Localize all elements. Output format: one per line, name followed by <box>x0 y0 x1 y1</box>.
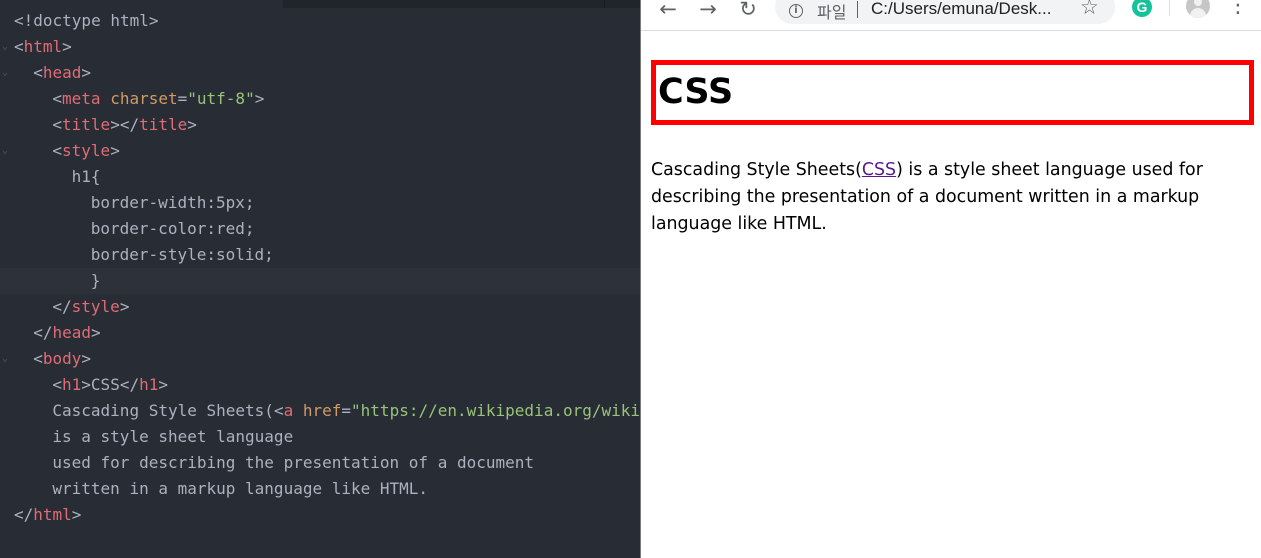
editor-active-tab[interactable] <box>0 0 283 8</box>
attr-token: href <box>302 401 342 420</box>
code-line[interactable]: ⌄ <html> <box>0 34 640 60</box>
grammarly-extension-icon[interactable]: G <box>1132 0 1152 17</box>
tag-token: html <box>23 37 63 56</box>
scheme-label: 파일 <box>817 3 847 22</box>
tag-token: title <box>62 115 111 134</box>
code-editor-pane[interactable]: <!doctype html> ⌄ <html> ⌄ <head> <meta … <box>0 0 640 558</box>
code-line[interactable]: border-style:solid; <box>0 242 640 268</box>
tag-token: head <box>42 63 82 82</box>
info-icon[interactable]: i <box>789 4 803 18</box>
code-line[interactable]: ⌄ <head> <box>0 60 640 86</box>
tab-divider <box>604 0 605 8</box>
css-declaration: border-style:solid; <box>90 245 274 264</box>
tag-token: title <box>139 115 188 134</box>
browser-window: ← → ↻ i 파일 C:/Users/emuna/Desk... ☆ G ⋮ … <box>640 0 1261 558</box>
code-line-current[interactable]: } <box>0 268 640 294</box>
profile-avatar-icon[interactable] <box>1186 0 1210 18</box>
css-close-brace: } <box>90 271 101 290</box>
string-token: "https://en.wikipedia.org/wiki <box>351 401 640 420</box>
code-line[interactable]: <!doctype html> <box>0 8 640 34</box>
tag-token: h1 <box>62 375 82 394</box>
text-token: is a style sheet language <box>52 427 294 446</box>
code-line[interactable]: </head> <box>0 320 640 346</box>
reload-icon[interactable]: ↻ <box>735 0 761 24</box>
code-line[interactable]: ⌄ <body> <box>0 346 640 372</box>
page-heading: CSS <box>651 60 1254 125</box>
page-paragraph: Cascading Style Sheets(CSS) is a style s… <box>651 157 1253 238</box>
tag-token: head <box>52 323 91 342</box>
menu-kebab-icon[interactable]: ⋮ <box>1227 0 1249 20</box>
tag-token: style <box>62 141 111 160</box>
page-content: CSS Cascading Style Sheets(CSS) is a sty… <box>651 60 1254 238</box>
attr-token: charset <box>110 89 178 108</box>
text-token: Cascading Style Sheets( <box>52 401 274 420</box>
tag-token: html <box>33 505 72 524</box>
address-bar[interactable]: i 파일 C:/Users/emuna/Desk... ☆ <box>775 0 1115 24</box>
doctype-token: <!doctype html> <box>14 11 159 30</box>
code-line[interactable]: <h1>CSS</h1> <box>0 372 640 398</box>
back-arrow-icon[interactable]: ← <box>655 0 681 24</box>
text-token: CSS <box>90 375 120 394</box>
code-line[interactable]: </style> <box>0 294 640 320</box>
browser-toolbar: ← → ↻ i 파일 C:/Users/emuna/Desk... ☆ G ⋮ <box>641 0 1261 31</box>
code-line[interactable]: <title></title> <box>0 112 640 138</box>
code-line[interactable]: h1{ <box>0 164 640 190</box>
text-token: written in a markup language like HTML. <box>52 479 429 498</box>
fold-chevron-icon[interactable]: ⌄ <box>0 346 10 372</box>
tag-token: meta <box>62 89 101 108</box>
css-declaration: border-width:5px; <box>90 193 255 212</box>
string-token: "utf-8" <box>187 89 255 108</box>
address-separator <box>857 1 858 18</box>
code-line[interactable]: written in a markup language like HTML. <box>0 476 640 502</box>
code-line[interactable]: is a style sheet language <box>0 424 640 450</box>
bookmark-star-icon[interactable]: ☆ <box>1080 0 1099 19</box>
tag-token: a <box>283 401 294 420</box>
code-line[interactable]: Cascading Style Sheets(<a href="https://… <box>0 398 640 424</box>
tag-token: style <box>71 297 120 316</box>
avatar-head <box>1194 0 1202 6</box>
code-line[interactable]: <meta charset="utf-8"> <box>0 86 640 112</box>
css-link[interactable]: CSS <box>862 160 896 180</box>
toolbar-separator <box>1169 0 1170 16</box>
address-url[interactable]: C:/Users/emuna/Desk... <box>871 0 1051 19</box>
text-token: used for describing the presentation of … <box>52 453 535 472</box>
code-line[interactable]: </html> <box>0 502 640 528</box>
code-line[interactable]: used for describing the presentation of … <box>0 450 640 476</box>
code-line[interactable]: border-color:red; <box>0 216 640 242</box>
css-declaration: border-color:red; <box>90 219 255 238</box>
forward-arrow-icon[interactable]: → <box>695 0 721 24</box>
tag-token: h1 <box>139 375 159 394</box>
editor-tab-bar <box>0 0 640 8</box>
code-line[interactable]: border-width:5px; <box>0 190 640 216</box>
fold-chevron-icon[interactable]: ⌄ <box>0 60 10 86</box>
code-area[interactable]: <!doctype html> ⌄ <html> ⌄ <head> <meta … <box>0 8 640 528</box>
avatar-body <box>1190 8 1206 18</box>
css-selector: h1{ <box>71 167 101 186</box>
tag-token: body <box>42 349 82 368</box>
paragraph-text-start: Cascading Style Sheets( <box>651 160 862 180</box>
fold-chevron-icon[interactable]: ⌄ <box>0 138 10 164</box>
code-line[interactable]: ⌄ <style> <box>0 138 640 164</box>
fold-chevron-icon[interactable]: ⌄ <box>0 34 10 60</box>
